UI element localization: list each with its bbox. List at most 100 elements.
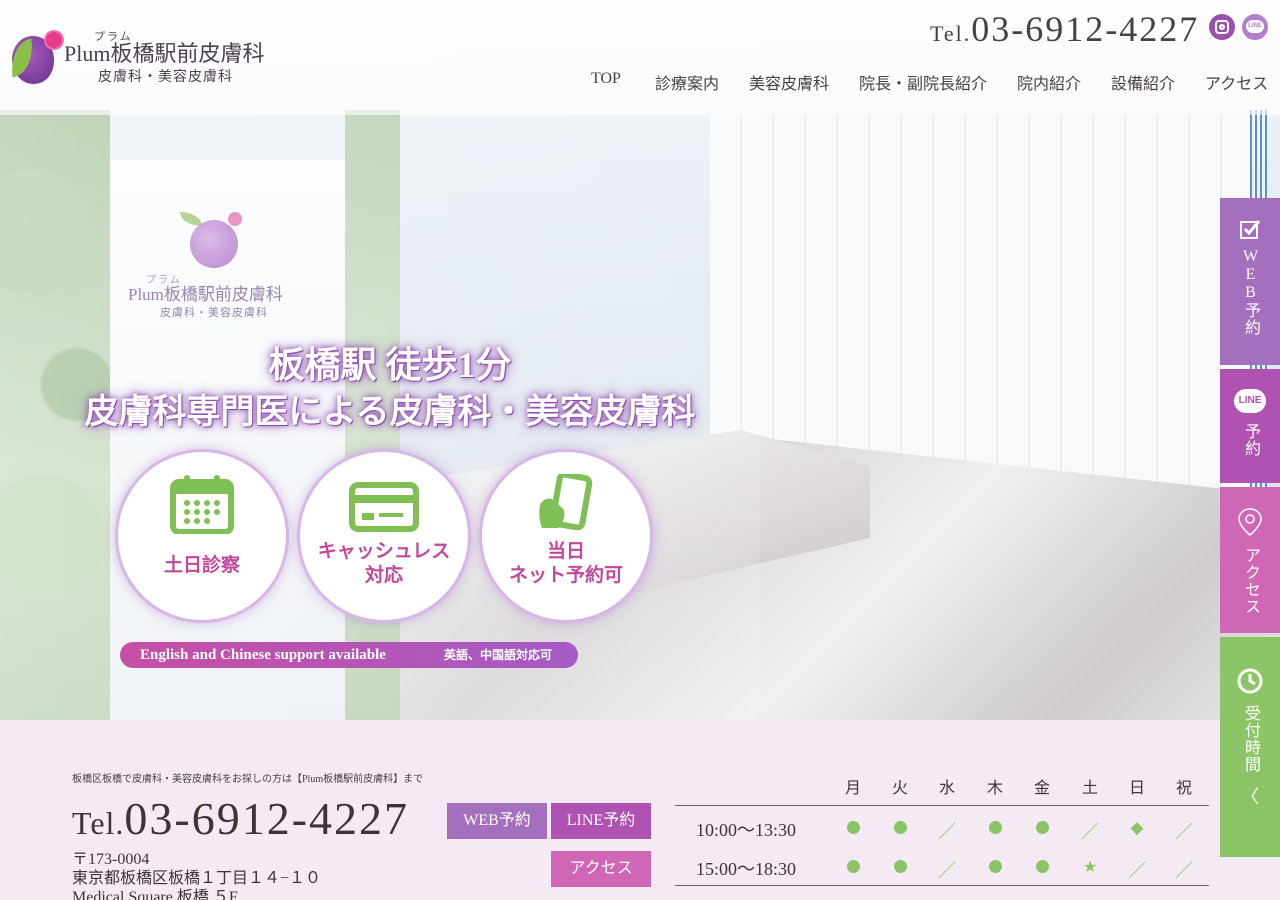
- headline-line1: 板橋駅 徒歩1分: [268, 345, 512, 385]
- open-mark: [1027, 857, 1057, 875]
- nav-top[interactable]: TOP: [591, 70, 621, 88]
- nav-clinic[interactable]: 院内紹介: [1017, 70, 1081, 94]
- feature-cashless: キャッシュレス 対応: [300, 452, 468, 620]
- clock-icon: [1237, 668, 1263, 694]
- closed-slash-icon: ／: [1128, 861, 1146, 881]
- footer-phone-prefix: Tel.: [72, 805, 125, 841]
- table-rule: [675, 885, 1209, 886]
- footer-phone-number: 03-6912-4227: [124, 793, 410, 844]
- special-mark: ★: [1075, 857, 1105, 877]
- address-street: 東京都板橋区板橋１丁目１４−１０: [72, 870, 322, 887]
- diamond-icon: ◆: [1130, 818, 1144, 837]
- header-phone-number: 03-6912-4227: [971, 9, 1200, 49]
- web-booking-button[interactable]: WEB予約: [447, 803, 547, 839]
- day-header: 火: [891, 780, 908, 797]
- language-support-banner: English and Chinese support available 英語…: [120, 642, 578, 668]
- line-booking-button[interactable]: LINE予約: [551, 803, 651, 839]
- feature-weekend: 土日診察: [118, 452, 286, 620]
- special-mark: ◆: [1122, 818, 1152, 838]
- time-slot-afternoon: 15:00〜18:30: [695, 859, 796, 879]
- headline-line2: 皮膚科専門医による皮膚科・美容皮膚科: [84, 394, 696, 431]
- day-header: 金: [1033, 780, 1050, 797]
- open-mark: [980, 818, 1010, 836]
- day-header: 祝: [1175, 780, 1192, 797]
- star-icon: ★: [1082, 859, 1098, 876]
- line-icon: LINE: [1234, 389, 1266, 413]
- closed-mark: ／: [1075, 818, 1105, 844]
- logo-name: Plum板橋駅前皮膚科: [64, 41, 265, 66]
- open-dot-icon: [893, 859, 907, 873]
- closed-slash-icon: ／: [1175, 861, 1193, 881]
- open-dot-icon: [988, 859, 1002, 873]
- nav-access[interactable]: アクセス: [1205, 70, 1268, 94]
- open-dot-icon: [1035, 859, 1049, 873]
- closed-mark: ／: [932, 857, 962, 883]
- footer-phone[interactable]: Tel.03-6912-4227: [72, 792, 409, 845]
- address: 〒173-0004 東京都板橋区板橋１丁目１４−１０ Medical Squar…: [72, 850, 321, 900]
- support-text-en: English and Chinese support available: [140, 647, 386, 663]
- side-tab-line-booking[interactable]: LINE 予約: [1220, 369, 1280, 483]
- open-mark: [838, 857, 868, 875]
- closed-mark: ／: [1169, 818, 1199, 844]
- closed-slash-icon: ／: [1175, 822, 1193, 842]
- side-tab-hours[interactable]: 受付時間 〈: [1220, 637, 1280, 857]
- day-header: 木: [986, 780, 1003, 797]
- feature-booking-label1: 当日: [546, 541, 585, 562]
- table-rule: [675, 805, 1209, 806]
- instagram-icon-lens: [1219, 24, 1225, 30]
- smartphone-icon: [539, 474, 593, 530]
- closed-slash-icon: ／: [938, 822, 956, 842]
- open-mark: [885, 857, 915, 875]
- flower-icon: [46, 32, 62, 48]
- instagram-icon[interactable]: [1209, 14, 1235, 40]
- map-pin-icon: [1238, 508, 1262, 536]
- hero-headline: 板橋駅 徒歩1分 皮膚科専門医による皮膚科・美容皮膚科: [60, 340, 720, 436]
- day-header: 土: [1081, 780, 1098, 797]
- nav-equipment[interactable]: 設備紹介: [1111, 70, 1175, 94]
- chevron-left-icon: 〈: [1241, 787, 1259, 807]
- open-mark: [1027, 818, 1057, 836]
- feature-cashless-label1: キャッシュレス: [317, 541, 451, 562]
- main-nav: TOP 診療案内 美容皮膚科 院長・副院長紹介 院内紹介 設備紹介 アクセス: [0, 70, 1280, 96]
- open-dot-icon: [846, 820, 860, 834]
- side-tab-web-booking[interactable]: WEB予約: [1220, 198, 1280, 365]
- side-tab-web-label: WEB予約: [1242, 248, 1259, 336]
- tagline: 板橋区板橋で皮膚科・美容皮膚科をお探しの方は【Plum板橋駅前皮膚科】まで: [72, 774, 424, 785]
- side-tab-line-label: 予約: [1242, 423, 1259, 457]
- side-tab-access[interactable]: アクセス: [1220, 487, 1280, 633]
- line-icon-label: LINE: [1246, 20, 1264, 33]
- open-mark: [885, 818, 915, 836]
- plum-icon: [190, 220, 238, 268]
- support-text-ja: 英語、中国語対応可: [444, 648, 553, 662]
- nav-doctors[interactable]: 院長・副院長紹介: [859, 70, 987, 94]
- address-postal: 〒173-0004: [72, 851, 150, 868]
- open-dot-icon: [988, 820, 1002, 834]
- time-slot-morning: 10:00〜13:30: [695, 820, 796, 840]
- credit-card-icon: [349, 482, 419, 532]
- closed-mark: ／: [1169, 857, 1199, 883]
- feature-booking-label2: ネット予約可: [508, 565, 623, 586]
- open-dot-icon: [1035, 820, 1049, 834]
- access-button[interactable]: アクセス: [551, 851, 651, 887]
- header-phone[interactable]: Tel.03-6912-4227: [930, 8, 1199, 50]
- closed-slash-icon: ／: [938, 861, 956, 881]
- open-dot-icon: [846, 859, 860, 873]
- nav-cosmetic[interactable]: 美容皮膚科: [749, 70, 829, 94]
- line-icon[interactable]: LINE: [1242, 14, 1268, 40]
- day-header: 日: [1128, 780, 1145, 797]
- nav-treatment[interactable]: 診療案内: [655, 70, 719, 94]
- closed-mark: ／: [1122, 857, 1152, 883]
- glass-logo-name: Plum板橋駅前皮膚科: [128, 285, 283, 304]
- checkbox-icon: [1240, 220, 1261, 239]
- feature-weekend-label: 土日診察: [163, 555, 240, 576]
- side-tab-hours-label: 受付時間: [1242, 705, 1259, 773]
- glass-logo-sub: 皮膚科・美容皮膚科: [160, 307, 268, 319]
- calendar-icon: [170, 475, 234, 534]
- open-mark: [980, 857, 1010, 875]
- feature-online-booking: 当日 ネット予約可: [482, 452, 650, 620]
- side-tab-access-label: アクセス: [1242, 547, 1259, 615]
- day-header: 水: [938, 780, 955, 797]
- closed-mark: ／: [932, 818, 962, 844]
- header-phone-prefix: Tel.: [930, 21, 972, 46]
- open-mark: [838, 818, 868, 836]
